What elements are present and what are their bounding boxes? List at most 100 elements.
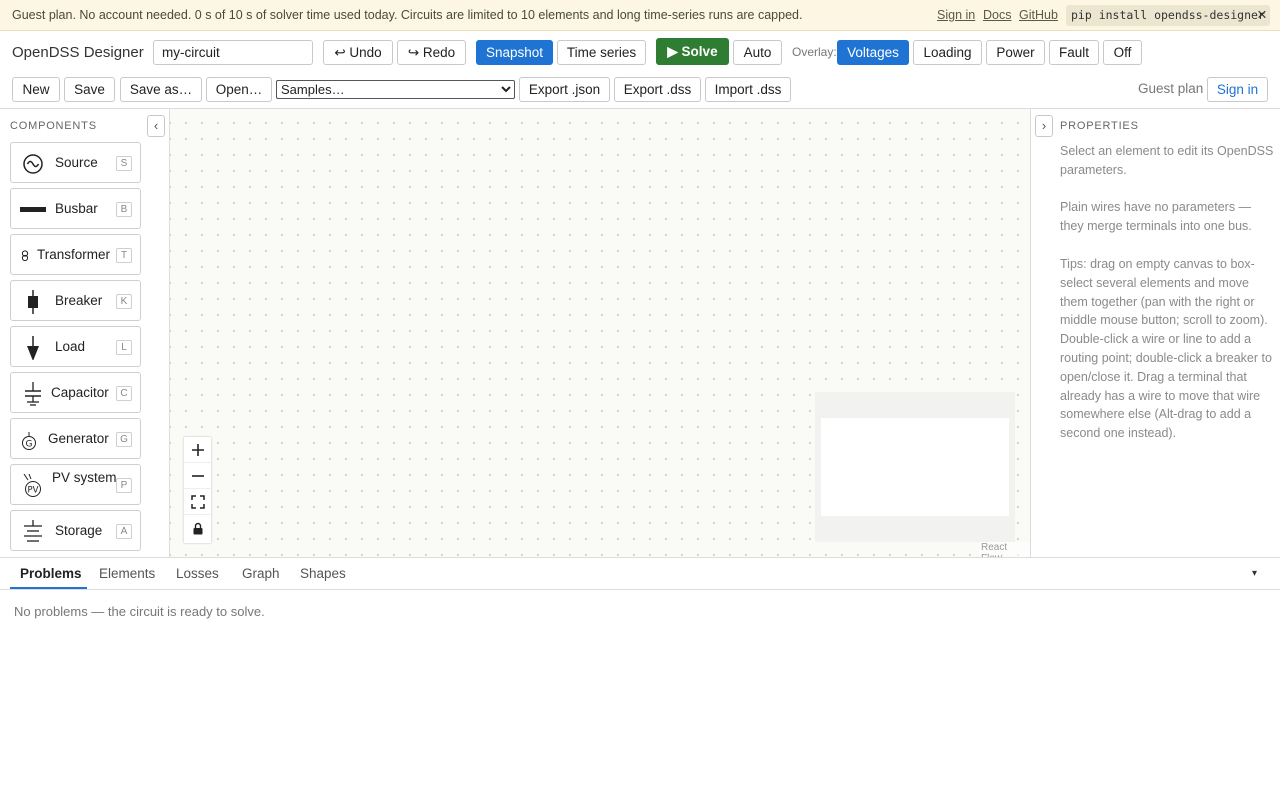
components-palette: COMPONENTS ‹ Source S Busbar B Transform…: [0, 109, 170, 557]
transformer-icon: [21, 250, 29, 262]
shortcut-key: C: [116, 386, 132, 401]
banner-docs-link[interactable]: Docs: [983, 8, 1011, 22]
capacitor-icon: [25, 382, 41, 406]
redo-button[interactable]: ↪ Redo: [397, 40, 466, 65]
import-dss-button[interactable]: Import .dss: [705, 77, 791, 102]
time-series-mode-button[interactable]: Time series: [557, 40, 646, 65]
palette-item-capacitor[interactable]: Capacitor C: [10, 372, 141, 413]
overlay-power-button[interactable]: Power: [986, 40, 1045, 65]
tab-shapes[interactable]: Shapes: [300, 566, 346, 581]
auto-solve-button[interactable]: Auto: [733, 40, 782, 65]
shortcut-key: B: [116, 202, 132, 217]
palette-item-label: Source: [55, 155, 98, 170]
zoom-out-button[interactable]: [184, 463, 211, 489]
samples-select[interactable]: Samples…: [276, 80, 515, 99]
plan-label: Guest plan: [1138, 81, 1204, 96]
react-flow-attribution[interactable]: React Flow: [979, 542, 1030, 557]
fit-view-button[interactable]: [184, 489, 211, 515]
plus-icon: [191, 443, 204, 456]
overlay-fault-button[interactable]: Fault: [1049, 40, 1099, 65]
palette-item-label: Busbar: [55, 201, 98, 216]
tab-problems[interactable]: Problems: [20, 566, 82, 581]
select-element-hint: Select an element to edit its OpenDSS pa…: [1060, 144, 1274, 177]
palette-item-busbar[interactable]: Busbar B: [10, 188, 141, 229]
palette-item-generator[interactable]: G Generator G: [10, 418, 141, 459]
shortcut-key: S: [116, 156, 132, 171]
shortcut-key: A: [116, 524, 132, 539]
storage-icon: [24, 520, 42, 542]
palette-item-label: Storage: [55, 523, 103, 538]
shortcut-key: G: [116, 432, 132, 447]
zoom-controls: [184, 437, 211, 543]
shortcut-key: P: [116, 478, 132, 493]
palette-item-label: Generator: [48, 431, 109, 446]
tab-graph[interactable]: Graph: [242, 566, 280, 581]
overlay-voltages-button[interactable]: Voltages: [837, 40, 909, 65]
shortcut-key: L: [116, 340, 132, 355]
tab-losses[interactable]: Losses: [176, 566, 219, 581]
components-header: COMPONENTS: [10, 120, 97, 132]
circuit-name-input[interactable]: [153, 40, 313, 65]
svg-text:PV: PV: [28, 486, 39, 496]
palette-item-storage[interactable]: Storage A: [10, 510, 141, 551]
shortcut-key: T: [116, 248, 132, 263]
save-button[interactable]: Save: [64, 77, 115, 102]
palette-item-load[interactable]: Load L: [10, 326, 141, 367]
palette-item-label: Transformer: [37, 247, 111, 262]
svg-text:G: G: [26, 440, 33, 450]
tab-elements[interactable]: Elements: [99, 566, 155, 581]
minimap-viewport[interactable]: [821, 418, 1009, 516]
palette-item-label: PV system: [52, 470, 117, 485]
lock-icon: [193, 522, 202, 534]
collapse-palette-button[interactable]: ‹: [147, 115, 165, 137]
save-as-button[interactable]: Save as…: [120, 77, 202, 102]
toggle-lock-button[interactable]: [184, 515, 211, 541]
expand-properties-button[interactable]: ›: [1035, 115, 1053, 137]
palette-item-label: Capacitor: [51, 385, 109, 400]
snapshot-mode-button[interactable]: Snapshot: [476, 40, 553, 65]
overlay-loading-button[interactable]: Loading: [913, 40, 982, 65]
minimap[interactable]: [815, 392, 1015, 542]
ac-source-icon: [23, 154, 43, 174]
wires-note: Plain wires have no parameters — they me…: [1060, 200, 1252, 233]
new-circuit-button[interactable]: New: [12, 77, 60, 102]
tips-text: Tips: drag on empty canvas to box-select…: [1060, 257, 1272, 441]
overlay-label: Overlay:: [792, 45, 837, 59]
palette-item-label: Breaker: [55, 293, 103, 308]
properties-panel: › PROPERTIES Select an element to edit i…: [1030, 109, 1280, 557]
active-tab-indicator: [10, 587, 87, 589]
pip-install-command: pip install opendss-designer: [1066, 5, 1270, 26]
problems-message: No problems — the circuit is ready to so…: [14, 604, 265, 619]
palette-item-source[interactable]: Source S: [10, 142, 141, 183]
sign-in-button[interactable]: Sign in: [1207, 77, 1268, 102]
palette-item-breaker[interactable]: Breaker K: [10, 280, 141, 321]
properties-header: PROPERTIES: [1060, 120, 1139, 132]
open-button[interactable]: Open…: [206, 77, 272, 102]
undo-button[interactable]: ↩ Undo: [323, 40, 393, 65]
breaker-icon: [28, 290, 38, 314]
shortcut-key: K: [116, 294, 132, 309]
zoom-in-button[interactable]: [184, 437, 211, 463]
guest-plan-banner: Guest plan. No account needed. 0 s of 10…: [0, 0, 1280, 31]
export-dss-button[interactable]: Export .dss: [614, 77, 701, 102]
minus-icon: [191, 474, 204, 477]
collapse-panel-icon[interactable]: ▾: [1252, 568, 1257, 579]
generator-icon: G: [22, 432, 36, 450]
palette-item-label: Load: [55, 339, 86, 354]
banner-message: Guest plan. No account needed. 0 s of 10…: [12, 8, 803, 22]
banner-sign-in-link[interactable]: Sign in: [937, 8, 975, 22]
busbar-icon: [20, 207, 46, 212]
overlay-off-button[interactable]: Off: [1103, 40, 1142, 65]
export-json-button[interactable]: Export .json: [519, 77, 610, 102]
banner-github-link[interactable]: GitHub: [1019, 8, 1058, 22]
pv-system-icon: PV: [23, 474, 41, 497]
banner-close-icon[interactable]: ×: [1254, 4, 1270, 26]
load-icon: [27, 336, 39, 360]
circuit-canvas[interactable]: React Flow: [170, 109, 1030, 557]
palette-item-transformer[interactable]: Transformer T: [10, 234, 141, 275]
fit-view-icon: [190, 494, 205, 509]
solve-button[interactable]: ▶ Solve: [656, 38, 729, 65]
bottom-tabs: Problems Elements Losses Graph Shapes ▾: [0, 558, 1280, 590]
palette-item-pv-system[interactable]: PV PV system P: [10, 464, 141, 505]
app-title: OpenDSS Designer: [12, 44, 144, 61]
